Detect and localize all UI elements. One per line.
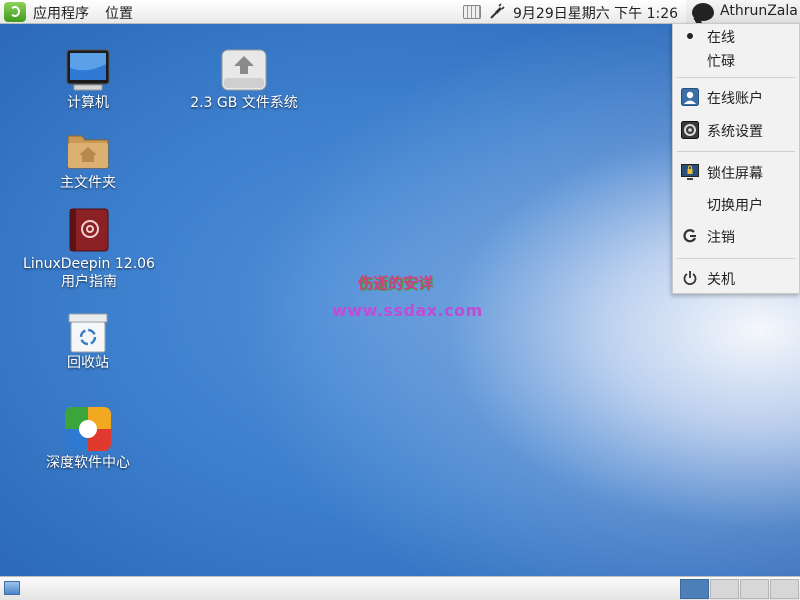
menu-item-label: 锁住屏幕 [707,166,763,182]
accounts-icon [681,88,699,106]
applications-menu[interactable]: 应用程序 [33,3,89,23]
power-plug-icon[interactable] [488,3,506,21]
watermark-text: 伤逝的安详 [358,274,434,292]
logout-icon [683,229,697,243]
menu-item-label: 在线账户 [707,91,763,107]
show-desktop-icon[interactable] [4,581,20,595]
menu-item-online-accounts[interactable]: 在线账户 [673,85,799,111]
menu-item-label: 注销 [707,230,735,246]
home-folder-icon [67,135,109,169]
user-guide-icon [69,208,109,252]
menu-item-label: 关机 [707,272,735,288]
trash-icon [68,313,108,353]
menu-item-logout[interactable]: 注销 [673,224,799,250]
workspace-3[interactable] [740,579,769,599]
menu-item-label: 系统设置 [707,124,763,140]
lock-screen-icon [681,164,699,180]
bottom-panel [0,576,800,600]
desktop-icon-label: 用户指南 [61,274,117,290]
clock-date[interactable]: 9月29日星期六 下午 1:26 [513,3,678,23]
menu-separator [677,151,795,152]
menu-item-shutdown[interactable]: 关机 [673,266,799,292]
settings-icon [681,121,699,139]
menu-item-switch-user[interactable]: 切换用户 [673,192,799,218]
menu-item-system-settings[interactable]: 系统设置 [673,118,799,144]
software-center-icon [65,407,111,451]
workspace-2[interactable] [710,579,739,599]
deepin-logo-icon[interactable] [4,2,26,22]
drive-icon [221,49,267,91]
username-label: AthrunZala [720,3,798,19]
desktop-icon-label: LinuxDeepin 12.06 [23,256,155,272]
keyboard-icon[interactable] [463,5,481,19]
bullet-icon [687,33,693,39]
menu-item-online[interactable]: 在线 [673,24,799,50]
workspace-1[interactable] [680,579,709,599]
user-menu-button[interactable]: AthrunZala [686,0,800,24]
desktop-icon-label: 2.3 GB 文件系统 [190,95,298,111]
workspace-4[interactable] [770,579,799,599]
chat-status-icon [692,3,714,21]
menu-item-label: 切换用户 [707,198,763,214]
user-menu: 在线 忙碌 在线账户 系统设置 锁住屏幕 切换用户 注销 关机 [672,23,800,294]
computer-icon [66,49,110,91]
menu-separator [677,258,795,259]
desktop-icon-label: 深度软件中心 [46,455,130,471]
desktop-icon-label: 主文件夹 [60,175,116,191]
desktop-icon-label: 计算机 [67,95,109,111]
menu-separator [677,77,795,78]
menu-item-lock-screen[interactable]: 锁住屏幕 [673,160,799,186]
desktop-icon-label: 回收站 [67,355,109,371]
menu-item-busy[interactable]: 忙碌 [673,48,799,74]
watermark-url: www.ssdax.com [332,301,483,320]
power-icon [683,271,697,285]
places-menu[interactable]: 位置 [105,3,133,23]
top-panel: 应用程序 位置 9月29日星期六 下午 1:26 AthrunZala [0,0,800,24]
menu-item-label: 在线 [707,30,735,46]
menu-item-label: 忙碌 [707,54,735,70]
